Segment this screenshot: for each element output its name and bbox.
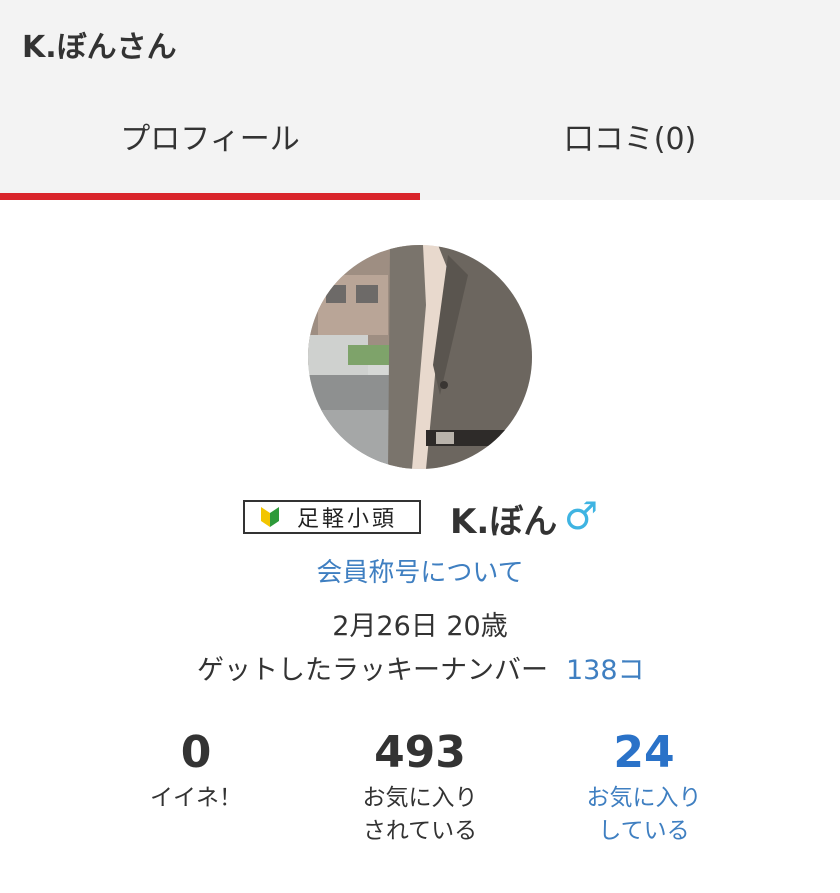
male-icon: ♂ [564, 494, 599, 538]
stat-favoriting-label-1: お気に入り [586, 785, 702, 811]
tab-reviews[interactable]: 口コミ(0) [420, 88, 840, 200]
beginner-leaf-icon [261, 507, 279, 527]
avatar-photo [308, 245, 532, 469]
stat-favoriting-value: 24 [613, 727, 675, 778]
lucky-number-label: ゲットしたラッキーナンバー [197, 655, 548, 686]
rank-badge-label: 足軽小頭 [297, 507, 398, 532]
tab-profile-label: プロフィール [120, 122, 300, 157]
avatar[interactable] [308, 245, 532, 469]
birthday-age: 2月26日 20歳 [332, 611, 508, 642]
rank-badge: 足軽小頭 [243, 500, 421, 534]
top-bar: K.ぼんさん [0, 0, 840, 88]
stat-favoriting-label-2: している [598, 818, 690, 844]
member-title-link[interactable]: 会員称号について [0, 552, 840, 589]
username: K.ぼん [450, 502, 558, 542]
profile-name-row: 足軽小頭 K.ぼん ♂ [0, 492, 840, 542]
page-title: K.ぼんさん [22, 30, 177, 65]
stat-favoriting[interactable]: 24 お気に入り している [504, 728, 784, 848]
tab-bar: プロフィール 口コミ(0) [0, 88, 840, 200]
tab-profile[interactable]: プロフィール [0, 88, 420, 200]
tab-reviews-label: 口コミ(0) [563, 122, 697, 157]
lucky-number-count-link[interactable]: 138コ [566, 648, 645, 687]
